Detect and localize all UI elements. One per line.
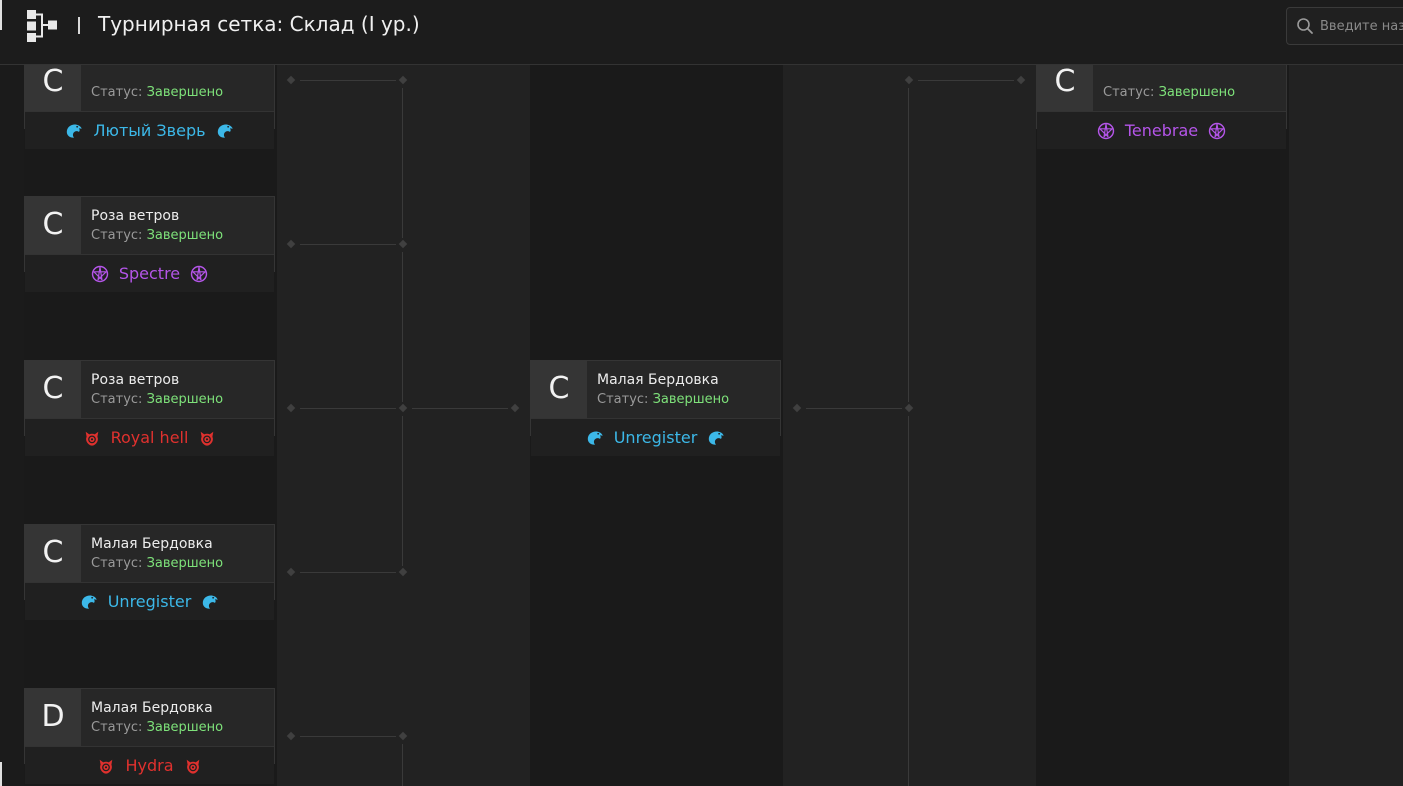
winner-team[interactable]: Unregister	[531, 418, 780, 456]
match-card[interactable]: C Роза ветров Статус: Завершено Spectre	[24, 196, 275, 292]
pentagram-icon	[91, 265, 109, 283]
map-name: Малая Бердовка	[597, 372, 719, 388]
team-name: Лютый Зверь	[93, 121, 206, 140]
status-line: Статус: Завершено	[597, 392, 729, 407]
winner-team[interactable]: Hydra	[25, 746, 274, 784]
connector-line	[300, 244, 396, 245]
connector-line	[402, 88, 403, 238]
demon-icon	[97, 757, 115, 775]
connector-line	[300, 80, 396, 81]
status-line: Статус: Завершено	[91, 85, 223, 100]
bracket-connector-column-1	[277, 65, 530, 786]
demon-icon	[198, 429, 216, 447]
connector-line	[300, 408, 396, 409]
grade-badge: C	[25, 197, 81, 254]
team-name: Unregister	[613, 428, 698, 447]
window-edge-mark	[0, 0, 2, 30]
match-header: C Малая Бердовка Статус: Завершено	[25, 525, 274, 582]
connector-line	[908, 88, 909, 402]
status-line: Статус: Завершено	[1103, 85, 1235, 100]
connector-line	[918, 80, 1014, 81]
status-label: Статус:	[597, 392, 649, 407]
status-value: Завершено	[146, 85, 224, 100]
eagle-icon	[80, 593, 98, 611]
connector-line	[402, 252, 403, 402]
map-name: Малая Бердовка	[91, 700, 213, 716]
status-label: Статус:	[91, 556, 143, 571]
status-label: Статус:	[1103, 85, 1155, 100]
match-card[interactable]: D Малая Бердовка Статус: Завершено Hydra	[24, 688, 275, 784]
winner-team[interactable]: Tenebrae	[1037, 111, 1286, 149]
status-value: Завершено	[146, 556, 224, 571]
match-card[interactable]: C Малая Бердовка Статус: Завершено Unreg…	[530, 360, 781, 456]
map-name: Роза ветров	[91, 372, 180, 388]
match-header: C Малая Бердовка Статус: Завершено	[531, 361, 780, 418]
connector-line	[806, 408, 902, 409]
team-name: Spectre	[118, 264, 181, 283]
team-name: Royal hell	[110, 428, 189, 447]
connector-line	[402, 744, 403, 786]
match-card[interactable]: C Малая Бердовка Статус: Завершено Unreg…	[24, 524, 275, 620]
match-header: D Малая Бердовка Статус: Завершено	[25, 689, 274, 746]
status-line: Статус: Завершено	[91, 392, 223, 407]
demon-icon	[184, 757, 202, 775]
bracket-column-round-3	[1036, 65, 1289, 786]
eagle-icon	[586, 429, 604, 447]
status-label: Статус:	[91, 720, 143, 735]
eagle-icon	[65, 122, 83, 140]
status-label: Статус:	[91, 228, 143, 243]
status-value: Завершено	[652, 392, 730, 407]
status-line: Статус: Завершено	[91, 556, 223, 571]
grade-badge: C	[25, 361, 81, 418]
connector-line	[402, 416, 403, 566]
winner-team[interactable]: Лютый Зверь	[25, 111, 274, 149]
bracket-connector-column-2	[783, 65, 1036, 786]
team-name: Hydra	[125, 756, 174, 775]
search-box[interactable]	[1286, 7, 1403, 45]
search-input[interactable]	[1320, 8, 1403, 44]
status-value: Завершено	[146, 720, 224, 735]
match-header: C Роза ветров Статус: Завершено	[25, 361, 274, 418]
status-label: Статус:	[91, 85, 143, 100]
team-name: Tenebrae	[1124, 121, 1199, 140]
eagle-icon	[216, 122, 234, 140]
demon-icon	[83, 429, 101, 447]
grade-badge: C	[531, 361, 587, 418]
pentagram-icon	[190, 265, 208, 283]
match-card[interactable]: C Роза ветров Статус: Завершено Royal he…	[24, 360, 275, 456]
status-line: Статус: Завершено	[91, 720, 223, 735]
pentagram-icon	[1208, 122, 1226, 140]
bracket-icon[interactable]	[25, 9, 61, 43]
winner-team[interactable]: Unregister	[25, 582, 274, 620]
title-separator	[78, 17, 80, 34]
connector-line	[300, 572, 396, 573]
page-title: Турнирная сетка: Склад (I ур.)	[98, 12, 420, 36]
status-value: Завершено	[146, 228, 224, 243]
top-bar: Турнирная сетка: Склад (I ур.)	[0, 0, 1403, 65]
connector-line	[908, 416, 909, 786]
eagle-icon	[707, 429, 725, 447]
map-name: Роза ветров	[91, 208, 180, 224]
eagle-icon	[201, 593, 219, 611]
status-label: Статус:	[91, 392, 143, 407]
match-header: C Роза ветров Статус: Завершено	[25, 197, 274, 254]
status-value: Завершено	[1158, 85, 1236, 100]
search-icon	[1297, 18, 1313, 34]
map-name: Малая Бердовка	[91, 536, 213, 552]
winner-team[interactable]: Spectre	[25, 254, 274, 292]
grade-badge: C	[25, 525, 81, 582]
pentagram-icon	[1097, 122, 1115, 140]
winner-team[interactable]: Royal hell	[25, 418, 274, 456]
team-name: Unregister	[107, 592, 192, 611]
connector-line	[300, 736, 396, 737]
window-edge-mark	[0, 762, 2, 786]
grade-badge: D	[25, 689, 81, 746]
connector-line	[412, 408, 508, 409]
status-line: Статус: Завершено	[91, 228, 223, 243]
bracket-connector-column-3	[1289, 65, 1403, 786]
status-value: Завершено	[146, 392, 224, 407]
